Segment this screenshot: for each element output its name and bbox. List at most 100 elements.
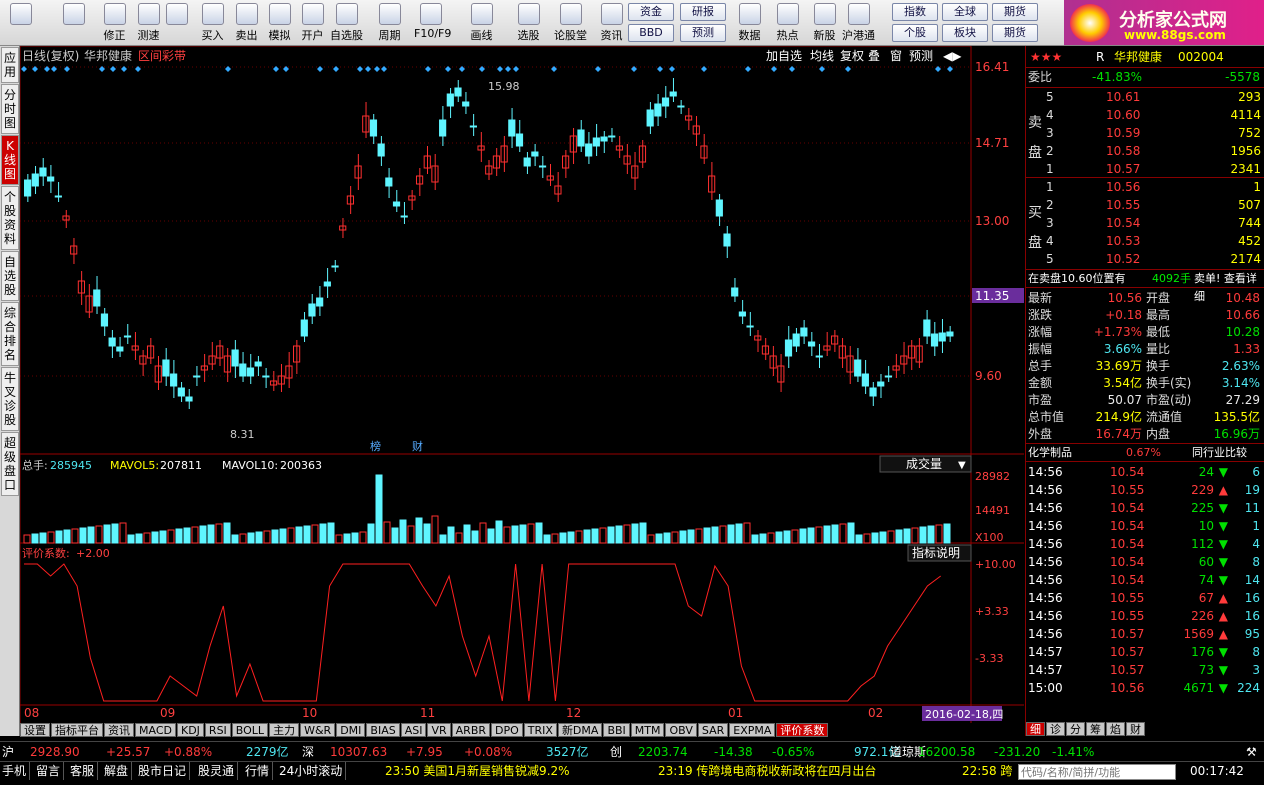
indicator-tab[interactable]: BIAS bbox=[366, 723, 400, 737]
toolbar-small-button[interactable]: BBD bbox=[628, 24, 674, 42]
event-marker-icon[interactable] bbox=[701, 66, 707, 72]
indicator-tab[interactable]: 评价系数 bbox=[776, 723, 829, 737]
buy-level-row[interactable]: 5 10.52 2174 bbox=[1026, 250, 1264, 268]
left-nav-item[interactable]: 应用 bbox=[1, 47, 19, 83]
toolbar-small-button[interactable]: 个股 bbox=[892, 24, 938, 42]
left-nav-item[interactable]: 个股资料 bbox=[1, 186, 19, 250]
indicator-tab[interactable]: 主力 bbox=[269, 723, 300, 737]
toolbar-button-12[interactable]: 画线 bbox=[465, 2, 498, 44]
event-marker-icon[interactable] bbox=[657, 66, 663, 72]
toolbar-small-button[interactable]: 全球 bbox=[942, 3, 988, 21]
indicator-tab[interactable]: SAR bbox=[697, 723, 729, 737]
indicator-tab[interactable]: 指标平台 bbox=[51, 723, 103, 737]
event-marker-icon[interactable] bbox=[225, 66, 231, 72]
indicator-tab[interactable]: MACD bbox=[135, 723, 176, 737]
toolbar-button-16[interactable]: 数据 bbox=[733, 2, 766, 44]
indicator-help-label[interactable]: 指标说明 bbox=[912, 545, 960, 560]
event-label[interactable]: 财 bbox=[412, 439, 423, 453]
chart-header-button[interactable]: 复权 bbox=[840, 49, 864, 63]
news-ticker-3[interactable]: 22:58 跨 bbox=[962, 762, 1012, 780]
status-item[interactable]: 行情 bbox=[245, 762, 274, 780]
status-item[interactable]: 24小时滚动 bbox=[279, 762, 347, 780]
toolbar-small-button[interactable]: 期货 bbox=[992, 3, 1038, 21]
indicator-tab[interactable]: OBV bbox=[665, 723, 697, 737]
toolbar-button-15[interactable]: 资讯 bbox=[595, 2, 628, 44]
toolbar-button-8[interactable]: 开户 bbox=[296, 2, 329, 44]
right-panel-tab[interactable]: 财 bbox=[1126, 722, 1145, 736]
event-marker-icon[interactable] bbox=[121, 66, 127, 72]
toolbar-button-14[interactable]: 论股堂 bbox=[554, 2, 587, 44]
event-marker-icon[interactable] bbox=[669, 66, 675, 72]
toolbar-button-19[interactable]: 沪港通 bbox=[842, 2, 875, 44]
event-marker-icon[interactable] bbox=[425, 66, 431, 72]
left-nav-item[interactable]: 综合排名 bbox=[1, 302, 19, 366]
indicator-tab[interactable]: DPO bbox=[491, 723, 523, 737]
left-nav-item[interactable]: 牛叉诊股 bbox=[1, 367, 19, 431]
indicator-tab[interactable]: ARBR bbox=[451, 723, 491, 737]
index-name[interactable]: 沪 bbox=[2, 742, 14, 762]
kline-chart-area[interactable]: 日线(复权) 华邦健康 区间彩带 加自选 均线 复权叠窗预测 ◀▶ 16.41 14.71 13.… bbox=[19, 45, 1024, 737]
index-name[interactable]: 创 bbox=[610, 742, 622, 762]
news-ticker-2[interactable]: 23:19 传跨境电商税收新政将在四月出台 bbox=[658, 762, 876, 780]
toolbar-small-button[interactable]: 期货 bbox=[992, 24, 1038, 42]
indicator-tab[interactable]: BOLL bbox=[231, 723, 269, 737]
status-item[interactable]: 股市日记 bbox=[138, 762, 191, 780]
event-label[interactable]: 榜 bbox=[370, 439, 381, 453]
indicator-tab[interactable]: MTM bbox=[630, 723, 665, 737]
industry-name[interactable]: 化学制品 bbox=[1028, 444, 1072, 462]
event-marker-icon[interactable] bbox=[745, 66, 751, 72]
event-marker-icon[interactable] bbox=[21, 66, 27, 72]
toolbar-small-button[interactable]: 资金 bbox=[628, 3, 674, 21]
left-nav-item[interactable]: K线图 bbox=[1, 135, 19, 185]
buy-level-row[interactable]: 2 10.55 507 bbox=[1026, 196, 1264, 214]
chart-nav-arrows-icon[interactable]: ◀▶ bbox=[943, 49, 962, 63]
tools-icon[interactable]: ⚒ bbox=[1246, 742, 1257, 762]
sell-level-row[interactable]: 1 10.57 2341 bbox=[1026, 160, 1264, 178]
toolbar-small-button[interactable]: 指数 bbox=[892, 3, 938, 21]
toolbar-button-17[interactable]: 热点 bbox=[771, 2, 804, 44]
toolbar-button-13[interactable]: 选股 bbox=[512, 2, 545, 44]
toolbar-button-7[interactable]: 模拟 bbox=[263, 2, 296, 44]
index-name[interactable]: 深 bbox=[302, 742, 314, 762]
toolbar-button-9[interactable]: 自选股 bbox=[330, 2, 363, 44]
status-item[interactable]: 留言 bbox=[36, 762, 65, 780]
indicator-tab[interactable]: VR bbox=[427, 723, 451, 737]
left-nav-item[interactable]: 超级盘口 bbox=[1, 432, 19, 496]
left-nav-item[interactable]: 自选股 bbox=[1, 251, 19, 301]
event-marker-icon[interactable] bbox=[317, 66, 323, 72]
sell-level-row[interactable]: 2 10.58 1956 bbox=[1026, 142, 1264, 160]
event-marker-icon[interactable] bbox=[273, 66, 279, 72]
event-marker-icon[interactable] bbox=[333, 66, 339, 72]
search-input[interactable] bbox=[1018, 764, 1176, 780]
big-order-notice[interactable]: 在卖盘10.60位置有 4092手 卖单! 查看详细 bbox=[1026, 270, 1264, 303]
indicator-tab[interactable]: RSI bbox=[204, 723, 231, 737]
right-panel-tab[interactable]: 分 bbox=[1066, 722, 1085, 736]
event-marker-icon[interactable] bbox=[365, 66, 371, 72]
toolbar-button-6[interactable]: 卖出 bbox=[230, 2, 263, 44]
right-panel-tab[interactable]: 诊 bbox=[1046, 722, 1065, 736]
status-item[interactable]: 解盘 bbox=[104, 762, 133, 780]
event-marker-icon[interactable] bbox=[445, 66, 451, 72]
status-item[interactable]: 手机 bbox=[2, 762, 31, 780]
indicator-tab[interactable]: ASI bbox=[400, 723, 427, 737]
indicator-tab[interactable]: DMI bbox=[336, 723, 366, 737]
event-marker-icon[interactable] bbox=[110, 66, 116, 72]
toolbar-small-button[interactable]: 板块 bbox=[942, 24, 988, 42]
buy-level-row[interactable]: 4 10.53 452 bbox=[1026, 232, 1264, 250]
chart-header-button[interactable]: 叠 bbox=[868, 49, 880, 63]
toolbar-small-button[interactable]: 预测 bbox=[680, 24, 726, 42]
left-nav-item[interactable]: 分时图 bbox=[1, 84, 19, 134]
indicator-tab[interactable]: KDJ bbox=[176, 723, 204, 737]
right-panel-tab[interactable]: 细 bbox=[1026, 722, 1045, 736]
status-item[interactable]: 股灵通 bbox=[198, 762, 239, 780]
event-marker-icon[interactable] bbox=[845, 66, 851, 72]
right-panel-tab[interactable]: 筹 bbox=[1086, 722, 1105, 736]
event-marker-icon[interactable] bbox=[505, 66, 511, 72]
chart-header-button[interactable]: 预测 bbox=[909, 49, 933, 63]
sell-level-row[interactable]: 5 10.61 293 bbox=[1026, 88, 1264, 106]
toolbar-button-4[interactable] bbox=[160, 2, 193, 44]
indicator-tab[interactable]: EXPMA bbox=[729, 723, 776, 737]
toolbar-button-1[interactable] bbox=[57, 2, 90, 44]
indicator-tab[interactable]: W&R bbox=[300, 723, 336, 737]
event-marker-icon[interactable] bbox=[374, 66, 380, 72]
